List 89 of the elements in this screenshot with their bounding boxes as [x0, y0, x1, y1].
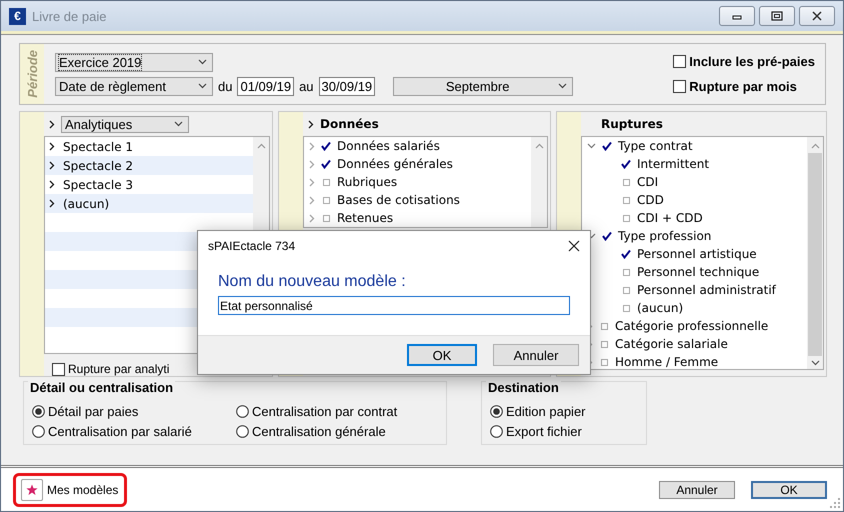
scrollbar[interactable] [531, 137, 547, 227]
checkbox[interactable] [52, 362, 65, 376]
scroll-thumb[interactable] [808, 153, 822, 356]
window-title: Livre de paie [32, 8, 108, 24]
radio-label[interactable]: Centralisation par contrat [252, 404, 398, 419]
checkbox-label[interactable]: Inclure les pré-paies [689, 54, 815, 69]
close-icon [810, 10, 824, 22]
maximize-icon [770, 10, 784, 22]
close-icon [568, 240, 580, 252]
group-title: Détail ou centralisation [28, 380, 176, 395]
radio-button[interactable] [32, 405, 45, 418]
radio-label[interactable]: Edition papier [506, 404, 586, 419]
ok-button[interactable]: OK [751, 480, 827, 498]
radio-label[interactable]: Centralisation par salarié [48, 424, 192, 439]
exercise-dropdown[interactable]: Exercice 2019 [55, 52, 213, 72]
maximize-button[interactable] [759, 6, 795, 26]
tree-item[interactable]: Homme / Femme [582, 353, 807, 369]
chevron-down-icon [198, 83, 207, 89]
chevron-down-icon [198, 59, 207, 65]
tree-item[interactable]: Personnel administratif [582, 281, 807, 299]
radio-label[interactable]: Export fichier [506, 424, 582, 439]
radio-label[interactable]: Détail par paies [48, 404, 138, 419]
radio-button[interactable] [236, 405, 249, 418]
list-item[interactable]: (aucun) [45, 194, 253, 213]
tree-item[interactable]: Catégorie salariale [582, 335, 807, 353]
chevron-right-icon [49, 142, 55, 151]
chevron-right-icon [49, 161, 55, 170]
templates-label[interactable]: Mes modèles [47, 482, 118, 496]
dialog-title: sPAIEctacle 734 [208, 239, 296, 253]
group-title: Destination [486, 380, 561, 395]
radio-button[interactable] [490, 425, 503, 438]
tree-item[interactable]: Type contrat [582, 137, 807, 155]
tree-item[interactable]: Intermittent [582, 155, 807, 173]
scroll-up-icon [810, 143, 820, 149]
list-item[interactable]: Spectacle 3 [45, 175, 253, 194]
tree-item[interactable]: Personnel technique [582, 263, 807, 281]
cancel-button[interactable]: Annuler [659, 480, 735, 498]
radio-label[interactable]: Centralisation générale [252, 424, 386, 439]
checkbox[interactable] [673, 55, 686, 68]
tree-item[interactable]: Catégorie professionnelle [582, 317, 807, 335]
chevron-down-icon [174, 121, 183, 127]
to-label: au [298, 78, 315, 94]
checkbox-label[interactable]: Rupture par mois [689, 79, 797, 94]
tree-item[interactable]: Type profession [582, 227, 807, 245]
scroll-up-icon [256, 143, 266, 149]
cancel-button[interactable]: Annuler [493, 344, 579, 366]
chevron-right-icon [49, 120, 55, 128]
star-icon [26, 484, 38, 496]
chevron-right-icon [49, 180, 55, 189]
tree-item[interactable]: Bases de cotisations [304, 191, 531, 209]
tree-item[interactable]: Personnel artistique [582, 245, 807, 263]
prompt-label: Nom du nouveau modèle : [218, 273, 407, 291]
scroll-up-icon [534, 143, 544, 149]
minimize-button[interactable] [719, 6, 755, 26]
date-type-dropdown[interactable]: Date de règlement [55, 76, 213, 96]
radio-button[interactable] [236, 425, 249, 438]
month-dropdown[interactable]: Septembre [393, 76, 574, 96]
list-item[interactable]: Spectacle 1 [45, 137, 253, 156]
analytics-dropdown[interactable]: Analytiques [61, 116, 189, 132]
tree-item[interactable]: CDD [582, 191, 807, 209]
chevron-down-icon [558, 83, 568, 89]
checkbox[interactable] [673, 80, 686, 93]
tree-item[interactable]: CDI [582, 173, 807, 191]
chevron-right-icon [308, 120, 314, 128]
templates-button[interactable] [21, 478, 43, 500]
resize-grip-icon [830, 498, 840, 508]
radio-button[interactable] [32, 425, 45, 438]
tree-item[interactable]: Retenues [304, 209, 531, 227]
scroll-down-icon [810, 360, 820, 366]
date-field[interactable]: 01/09/19 [237, 76, 294, 96]
tree-item[interactable]: Données générales [304, 155, 531, 173]
panel-title: Données [320, 117, 379, 131]
tree-item[interactable]: Données salariés [304, 137, 531, 155]
from-label: du [217, 78, 234, 94]
tree-item[interactable]: CDI + CDD [582, 209, 807, 227]
radio-button[interactable] [490, 405, 503, 418]
tree-item[interactable]: Rubriques [304, 173, 531, 191]
close-button[interactable] [799, 6, 835, 26]
tree-item[interactable]: (aucun) [582, 299, 807, 317]
chevron-right-icon [49, 199, 55, 208]
app-icon: € [9, 8, 26, 24]
list-item[interactable]: Spectacle 2 [45, 156, 253, 175]
ok-button[interactable]: OK [407, 344, 477, 366]
checkbox-label[interactable]: Rupture par analyti [68, 362, 170, 376]
panel-title: Ruptures [600, 117, 663, 131]
date-field[interactable]: 30/09/19 [318, 76, 376, 96]
scrollbar[interactable] [807, 137, 823, 369]
period-label: Période [24, 50, 40, 98]
name-input[interactable]: Etat personnalisé [218, 296, 570, 315]
